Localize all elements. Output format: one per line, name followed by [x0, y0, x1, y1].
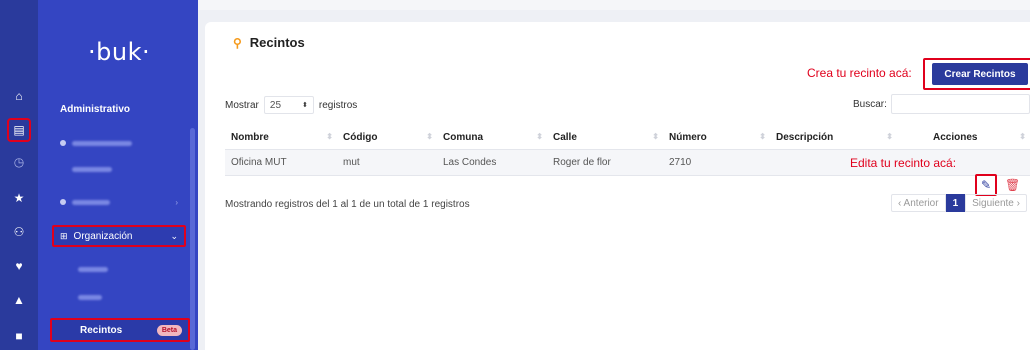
sidebar-item-blurred-5[interactable] [52, 286, 188, 308]
header-label: Nombre [231, 132, 269, 143]
table-header: Nombre ⬍ Código ⬍ Comuna ⬍ Calle ⬍ Número ⬍ D… [225, 126, 1030, 150]
sidebar-item-organizacion[interactable]: ⊞ Organización ⌄ [52, 225, 186, 247]
pagination: ‹ Anterior 1 Siguiente › [891, 194, 1027, 212]
sidebar-item-recintos[interactable]: Recintos Beta [50, 318, 190, 342]
blurred-label [78, 294, 102, 300]
section-title: Administrativo [60, 104, 131, 115]
sort-icon: ⬍ [326, 132, 333, 141]
sort-icon: ⬍ [886, 132, 893, 141]
cell-comuna: Las Condes [443, 157, 497, 168]
header-label: Acciones [933, 132, 978, 143]
sidebar-item-label: Organización [73, 230, 133, 242]
sort-icon: ⬍ [759, 132, 766, 141]
show-suffix: registros [318, 99, 358, 111]
page-length-control: Mostrar 25 ⬍ registros [225, 96, 357, 114]
prev-page-button[interactable]: ‹ Anterior [891, 194, 946, 212]
trash-icon[interactable]: 🗑 [1005, 178, 1020, 192]
bullet-icon [60, 199, 66, 205]
page-length-select[interactable]: 25 ⬍ [263, 96, 314, 114]
top-strip [198, 0, 1030, 10]
org-chart-icon: ⊞ [60, 230, 68, 241]
sort-icon: ⬍ [1019, 132, 1026, 141]
column-header-acciones[interactable]: Acciones ⬍ [897, 132, 1030, 143]
icon-rail: ⌂ ▤ ◷ ★ ⚇ ♥ ▲ ■ [0, 0, 38, 350]
page-title: ⚲ Recintos [233, 35, 305, 50]
cell-codigo: mut [343, 157, 360, 168]
home-icon[interactable]: ⌂ [9, 86, 29, 106]
cell-numero: 2710 [669, 157, 692, 168]
sort-icon: ⬍ [652, 132, 659, 141]
sort-icon: ⬍ [536, 132, 543, 141]
sidebar-item-blurred-2[interactable] [52, 158, 188, 180]
show-prefix: Mostrar [225, 99, 259, 111]
clock-icon[interactable]: ◷ [9, 152, 29, 172]
page-length-value: 25 [269, 99, 282, 111]
header-label: Comuna [443, 132, 483, 143]
people-icon[interactable]: ⚇ [9, 222, 29, 242]
sidebar-item-label: Recintos [80, 324, 123, 336]
bullet-icon [60, 140, 66, 146]
blurred-label [78, 266, 108, 272]
edit-pencil-icon[interactable]: ✎ [975, 174, 997, 196]
chevron-down-icon: ⌄ [170, 230, 178, 241]
column-header-descripcion[interactable]: Descripción ⬍ [770, 132, 897, 143]
beta-badge: Beta [156, 324, 182, 336]
clipboard-icon[interactable]: ▤ [7, 118, 31, 142]
blurred-label [72, 140, 132, 146]
search-input[interactable] [891, 94, 1030, 114]
chevron-right-icon: › [175, 197, 178, 207]
star-icon[interactable]: ★ [9, 188, 29, 208]
blurred-label [72, 199, 110, 205]
header-label: Código [343, 132, 378, 143]
table-info: Mostrando registros del 1 al 1 de un tot… [225, 199, 470, 210]
graduation-cap-icon[interactable]: ▲ [9, 290, 29, 310]
search-label: Buscar: [853, 99, 887, 110]
hand-heart-icon[interactable]: ♥ [9, 256, 29, 276]
header-label: Calle [553, 132, 577, 143]
column-header-codigo[interactable]: Código ⬍ [337, 132, 437, 143]
sidebar: ·buk· Administrativo › ⊞ Organización ⌄ … [38, 0, 198, 350]
column-header-comuna[interactable]: Comuna ⬍ [437, 132, 547, 143]
header-label: Descripción [776, 132, 834, 143]
next-page-button[interactable]: Siguiente › [965, 194, 1027, 212]
location-pin-icon: ⚲ [233, 35, 242, 50]
chevron-updown-icon: ⬍ [302, 102, 308, 109]
header-label: Número [669, 132, 707, 143]
blurred-label [72, 166, 112, 172]
page-title-text: Recintos [249, 35, 305, 50]
sidebar-item-blurred-3[interactable]: › [52, 191, 188, 213]
sidebar-scrollbar[interactable] [190, 128, 195, 350]
folder-icon[interactable]: ■ [9, 326, 29, 346]
sidebar-item-blurred-4[interactable] [52, 258, 188, 280]
main-card: ⚲ Recintos Crea tu recinto acá: Crear Re… [205, 22, 1030, 350]
buk-logo: ·buk· [88, 38, 151, 66]
cell-nombre: Oficina MUT [231, 157, 287, 168]
sort-icon: ⬍ [426, 132, 433, 141]
column-header-nombre[interactable]: Nombre ⬍ [225, 132, 337, 143]
crear-recintos-button[interactable]: Crear Recintos [932, 63, 1028, 85]
page-1-button[interactable]: 1 [945, 194, 966, 212]
cell-calle: Roger de flor [553, 157, 611, 168]
column-header-numero[interactable]: Número ⬍ [663, 132, 770, 143]
sidebar-item-blurred-1[interactable] [52, 132, 188, 154]
edit-annotation: Edita tu recinto acá: [850, 156, 957, 170]
create-annotation: Crea tu recinto acá: [807, 66, 912, 80]
column-header-calle[interactable]: Calle ⬍ [547, 132, 663, 143]
